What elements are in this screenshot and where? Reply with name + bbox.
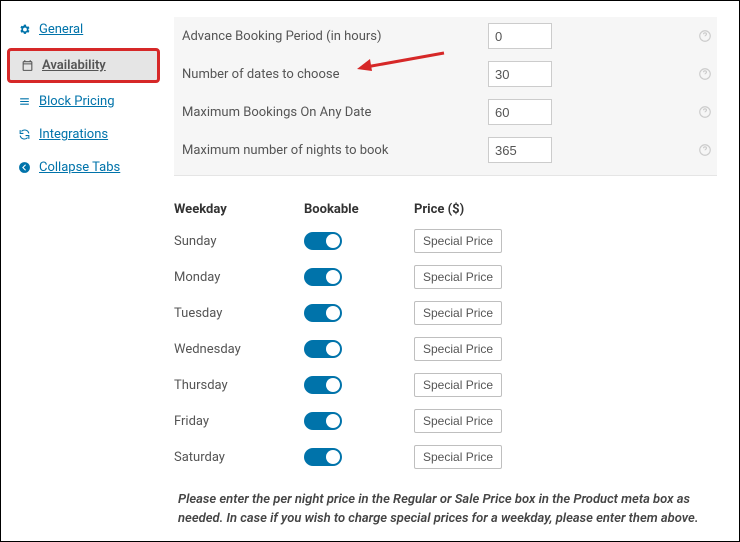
special-price-button[interactable]: Special Price	[414, 409, 502, 433]
settings-block: Advance Booking Period (in hours) Number…	[174, 17, 717, 176]
bookable-toggle[interactable]	[304, 304, 342, 322]
weekday-name: Saturday	[174, 450, 304, 465]
help-icon[interactable]	[697, 104, 713, 120]
max-nights-input[interactable]	[488, 137, 552, 163]
header-weekday: Weekday	[174, 202, 304, 217]
header-price: Price ($)	[414, 202, 554, 217]
weekday-name: Monday	[174, 270, 304, 285]
help-icon[interactable]	[697, 66, 713, 82]
list-icon	[17, 95, 31, 108]
max-bookings-input[interactable]	[488, 99, 552, 125]
special-price-button[interactable]: Special Price	[414, 373, 502, 397]
sidebar-item-availability[interactable]: Availability	[7, 48, 160, 83]
sidebar-item-label: Collapse Tabs	[39, 160, 120, 175]
bookable-toggle[interactable]	[304, 448, 342, 466]
weekday-name: Wednesday	[174, 342, 304, 357]
sidebar-item-label: Block Pricing	[39, 94, 115, 109]
weekday-row-sunday: Sunday Special Price	[174, 223, 717, 259]
sidebar-item-label: Availability	[42, 58, 106, 73]
weekday-row-wednesday: Wednesday Special Price	[174, 331, 717, 367]
special-price-button[interactable]: Special Price	[414, 301, 502, 325]
calendar-icon	[20, 59, 34, 72]
weekday-row-saturday: Saturday Special Price	[174, 439, 717, 475]
weekday-row-tuesday: Tuesday Special Price	[174, 295, 717, 331]
header-bookable: Bookable	[304, 202, 414, 217]
sidebar-item-label: General	[39, 22, 83, 37]
main-panel: Advance Booking Period (in hours) Number…	[166, 1, 739, 541]
setting-row-max-bookings: Maximum Bookings On Any Date	[174, 93, 717, 131]
special-price-button[interactable]: Special Price	[414, 445, 502, 469]
sidebar-item-label: Integrations	[39, 127, 108, 142]
bookable-toggle[interactable]	[304, 340, 342, 358]
sidebar-item-integrations[interactable]: Integrations	[1, 118, 166, 151]
weekday-name: Tuesday	[174, 306, 304, 321]
setting-row-advance-booking: Advance Booking Period (in hours)	[174, 17, 717, 55]
bookable-toggle[interactable]	[304, 412, 342, 430]
weekday-name: Sunday	[174, 234, 304, 249]
weekday-row-monday: Monday Special Price	[174, 259, 717, 295]
sidebar: General Availability Block Pricing Integ…	[1, 1, 166, 541]
bookable-toggle[interactable]	[304, 376, 342, 394]
setting-row-dates-to-choose: Number of dates to choose	[174, 55, 717, 93]
setting-label: Maximum number of nights to book	[178, 143, 488, 158]
setting-label: Number of dates to choose	[178, 67, 488, 82]
help-icon[interactable]	[697, 142, 713, 158]
gear-icon	[17, 23, 31, 36]
setting-label: Advance Booking Period (in hours)	[178, 29, 488, 44]
setting-row-max-nights: Maximum number of nights to book	[174, 131, 717, 169]
weekday-row-thursday: Thursday Special Price	[174, 367, 717, 403]
dates-to-choose-input[interactable]	[488, 61, 552, 87]
sidebar-item-collapse[interactable]: Collapse Tabs	[1, 151, 166, 184]
advance-booking-input[interactable]	[488, 23, 552, 49]
weekday-name: Friday	[174, 414, 304, 429]
refresh-icon	[17, 128, 31, 141]
pricing-note: Please enter the per night price in the …	[174, 491, 717, 529]
sidebar-item-block-pricing[interactable]: Block Pricing	[1, 85, 166, 118]
help-icon[interactable]	[697, 28, 713, 44]
setting-label: Maximum Bookings On Any Date	[178, 105, 488, 120]
bookable-toggle[interactable]	[304, 232, 342, 250]
special-price-button[interactable]: Special Price	[414, 265, 502, 289]
weekday-row-friday: Friday Special Price	[174, 403, 717, 439]
bookable-toggle[interactable]	[304, 268, 342, 286]
sidebar-item-general[interactable]: General	[1, 13, 166, 46]
weekday-name: Thursday	[174, 378, 304, 393]
weekday-table-header: Weekday Bookable Price ($)	[174, 202, 717, 223]
special-price-button[interactable]: Special Price	[414, 229, 502, 253]
arrow-left-icon	[17, 161, 31, 174]
special-price-button[interactable]: Special Price	[414, 337, 502, 361]
